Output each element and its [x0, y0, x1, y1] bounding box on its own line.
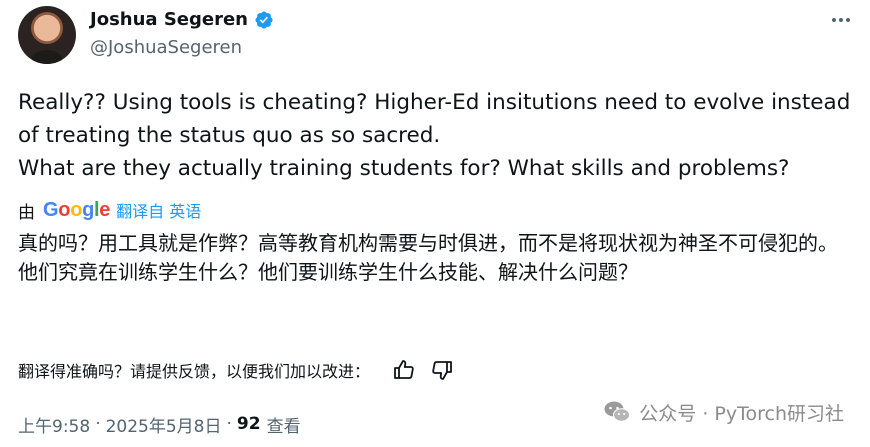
translated-line-1: 真的吗？用工具就是作弊？高等教育机构需要与时俱进，而不是将现状视为神圣不可侵犯的…	[18, 231, 838, 255]
thumbs-up-icon[interactable]	[392, 358, 416, 382]
tweet-meta: 上午9:58 · 2025年5月8日 · 92 查看	[18, 409, 301, 439]
meta-separator: ·	[95, 414, 101, 434]
tweet-header: Joshua Segeren @JoshuaSegeren	[18, 6, 858, 64]
verified-badge-icon	[255, 10, 273, 29]
author-name-row: Joshua Segeren	[90, 9, 274, 30]
translated-by-row: 由 Google 翻译自 英语	[18, 197, 201, 223]
feedback-question: 翻译得准确吗？请提供反馈，以便我们加以改进：	[18, 362, 371, 381]
tweet-line-2: What are they actually training students…	[18, 156, 790, 181]
author-name[interactable]: Joshua Segeren	[90, 9, 248, 30]
google-logo: Google	[43, 198, 111, 221]
translation-feedback: 翻译得准确吗？请提供反馈，以便我们加以改进：	[18, 356, 454, 384]
translated-from-link[interactable]: 翻译自 英语	[116, 198, 201, 222]
watermark: 公众号 · PyTorch研习社	[603, 397, 844, 427]
views-label: 查看	[266, 416, 301, 437]
translated-line-2: 他们究竟在训练学生什么？他们要训练学生什么技能、解决什么问题？	[18, 260, 638, 284]
thumbs-down-icon[interactable]	[430, 358, 454, 382]
avatar[interactable]	[18, 6, 76, 64]
meta-separator: ·	[226, 414, 232, 434]
wechat-icon	[604, 401, 631, 422]
tweet-line-1: Really?? Using tools is cheating? Higher…	[18, 90, 851, 148]
watermark-text: 公众号 · PyTorch研习社	[639, 402, 844, 425]
more-options-icon[interactable]	[828, 10, 854, 30]
translated-text: 真的吗？用工具就是作弊？高等教育机构需要与时俱进，而不是将现状视为神圣不可侵犯的…	[18, 229, 858, 287]
author-handle[interactable]: @JoshuaSegeren	[90, 37, 242, 58]
views-count: 92	[236, 414, 261, 434]
tweet-text: Really?? Using tools is cheating? Higher…	[18, 86, 858, 185]
tweet-time[interactable]: 上午9:58	[18, 412, 90, 437]
translated-by-label: 由	[18, 202, 35, 223]
tweet-date[interactable]: 2025年5月8日	[106, 412, 222, 437]
